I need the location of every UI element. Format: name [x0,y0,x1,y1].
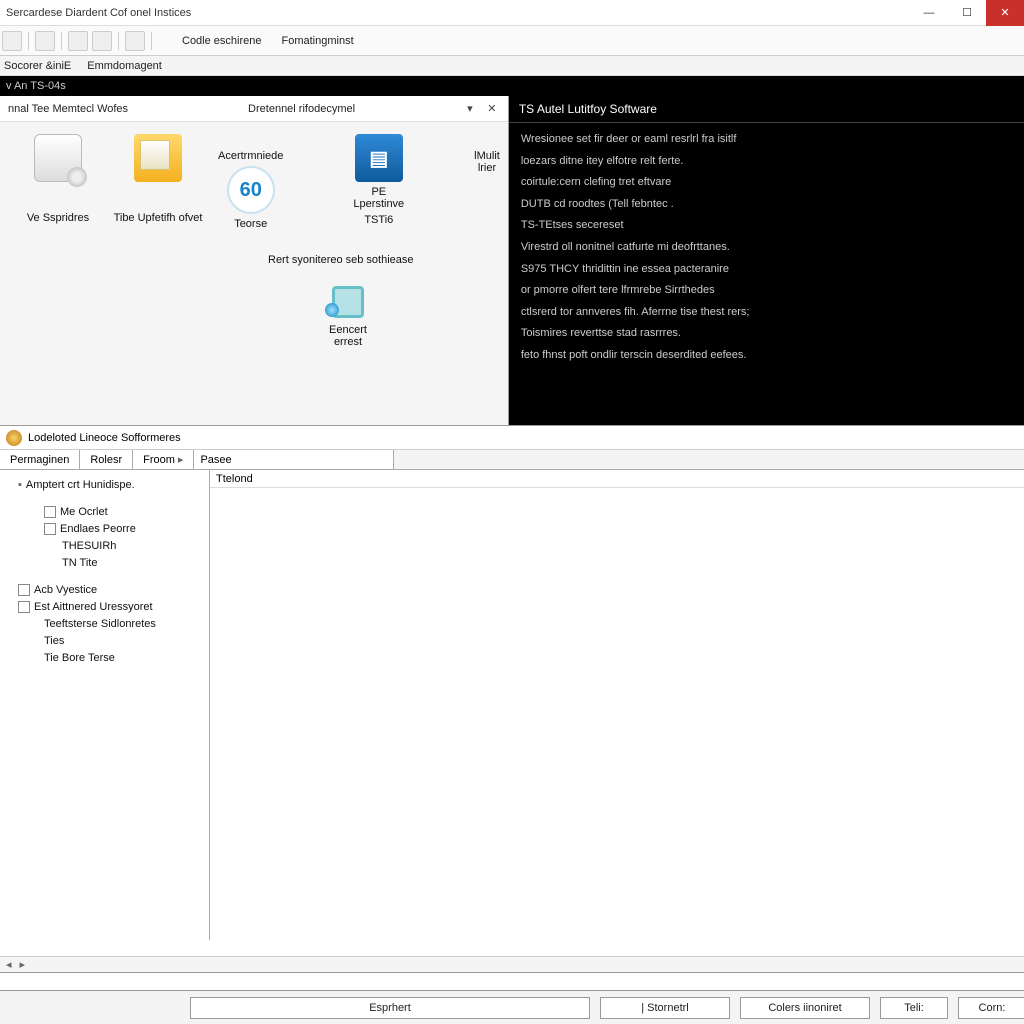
table-row[interactable]: Ttelond [210,470,1024,488]
panel-close-icon[interactable]: ✕ [484,101,500,117]
tab-1[interactable]: v An TS-04s [6,80,66,92]
secondary-menu: Socorer &iniE Emmdomagent [0,56,1024,76]
toolbar-icon-4[interactable] [92,31,112,51]
tree-node[interactable]: Me Ocrlet [18,503,205,520]
control-panel: nnal Tee Memtecl Wofes Dretennel rifodec… [0,96,509,425]
tree-node[interactable]: Acb Vyestice [18,581,205,598]
menu-item-1[interactable]: Socorer &iniE [4,60,71,72]
gear-icon [6,430,22,446]
toolbar-label-1[interactable]: Codle eschirene [172,35,272,47]
column-header[interactable]: Pasee [194,450,394,469]
tree-node[interactable]: Est Aittnered Uressyoret [18,598,205,615]
panel-dropdown-icon[interactable]: ▾ [462,101,478,117]
info-line: S975 THCY thridittin ine essea pacterani… [521,261,1012,279]
info-body: Wresionee set fir deer or eaml resrlrl f… [509,123,1024,377]
disc-label: Ve Sspridres [27,212,89,224]
bottom-panel-title: Lodeloted Lineoce Sofformeres [0,426,1024,450]
toolbar-icon-2[interactable] [35,31,55,51]
tab-roles[interactable]: Rolesr [80,450,133,469]
folder-label: Tibe Upfetifh ofvet [114,212,203,224]
scroll-left-icon[interactable]: ◂ [6,958,12,971]
menu-item-2[interactable]: Emmdomagent [87,60,162,72]
toolbar-icon-1[interactable] [2,31,22,51]
tab-from[interactable]: Froom▸ [133,450,194,469]
table-cell: Ttelond [216,473,253,485]
window-titlebar: Sercardese Diardent Cof onel Instices — … [0,0,1024,26]
footer-box-3[interactable]: Colers iinoniret [740,997,870,1019]
close-button[interactable]: ✕ [986,0,1024,26]
horizontal-scrollbar[interactable]: ◂ ▸ [0,956,1024,972]
sixty-label: Teorse [234,218,267,230]
maximize-button[interactable]: ☐ [948,0,986,26]
footer-box-2[interactable]: | Stornetrl [600,997,730,1019]
page-icon [18,584,30,596]
info-line: feto fhnst poft ondlir terscin deserdite… [521,347,1012,365]
tree-leaf[interactable]: Ties [18,632,205,649]
bottom-title-text: Lodeloted Lineoce Sofformeres [28,432,181,444]
info-line: coirtule:cern clefing tret eftvare [521,174,1012,192]
scroll-right-icon[interactable]: ▸ [20,958,26,971]
info-line: DUTB cd roodtes (Tell febntec . [521,196,1012,214]
info-line: Toismires reverttse stad rasrrres. [521,325,1012,343]
tile-icon[interactable]: ▤ [355,134,403,182]
minimize-button[interactable]: — [910,0,948,26]
tree-node[interactable]: Endlaes Peorre [18,520,205,537]
tree-leaf[interactable]: Tie Bore Terse [18,649,205,666]
panel-subtitle: Dretennel rifodecymel [248,103,355,115]
toolbar-icon-5[interactable] [125,31,145,51]
document-tabstrip: v An TS-04s [0,76,1024,96]
window-title: Sercardese Diardent Cof onel Instices [0,7,191,19]
toolbar-label-2[interactable]: Fomatingminst [272,35,364,47]
info-line: Wresionee set fir deer or eaml resrlrl f… [521,131,1012,149]
info-line: TS-TEtses secereset [521,217,1012,235]
tree-view: ▪Amptert crt Hunidispe. Me Ocrlet Endlae… [0,470,209,666]
pc-icon[interactable] [332,286,364,318]
tree-leaf[interactable]: THESUIRh [18,537,205,554]
tile-label-1: PE Lperstinve [353,186,404,210]
tree-leaf[interactable]: Teeftsterse Sidlonretes [18,615,205,632]
bottom-tabs: Permaginen Rolesr Froom▸ Pasee [0,450,1024,470]
info-panel: TS Autel Lutitfoy Software Wresionee set… [509,96,1024,425]
mult-label[interactable]: lMulit lrier [474,150,500,174]
sixty-icon[interactable]: 60 [227,166,275,214]
tab-permissions[interactable]: Permaginen [0,450,80,469]
mid-description: Rert syonitereo seb sothiease [218,254,500,266]
tree-root[interactable]: ▪Amptert crt Hunidispe. [18,476,205,493]
tree-leaf[interactable]: TN Tite [18,554,205,571]
page-icon [44,523,56,535]
pc-label: Eencert errest [329,324,367,348]
info-line: loezars ditne itey elfotre relt ferte. [521,153,1012,171]
footer-box-4[interactable]: Teli: [880,997,948,1019]
acrt-label[interactable]: Acertrmniede [218,150,283,162]
page-icon [18,601,30,613]
status-strip [0,972,1024,990]
folder-icon[interactable] [134,134,182,182]
tile-label-2: TSTi6 [364,214,393,226]
footer-box-1[interactable]: Esprhert [190,997,590,1019]
info-title: TS Autel Lutitfoy Software [509,96,1024,123]
panel-title: nnal Tee Memtecl Wofes [8,103,128,115]
info-line: ctlsrerd tor annveres fih. Aferrne tise … [521,304,1012,322]
footer-bar: Esprhert | Stornetrl Colers iinoniret Te… [0,990,1024,1024]
footer-box-5[interactable]: Corn: [958,997,1024,1019]
toolbar-icon-3[interactable] [68,31,88,51]
page-icon [44,506,56,518]
disc-icon[interactable] [34,134,82,182]
info-line: or pmorre olfert tere lfrmrebe Sirrthede… [521,282,1012,300]
main-toolbar: Codle eschirene Fomatingminst [0,26,1024,56]
info-line: Virestrd oll nonitnel catfurte mi deofrt… [521,239,1012,257]
